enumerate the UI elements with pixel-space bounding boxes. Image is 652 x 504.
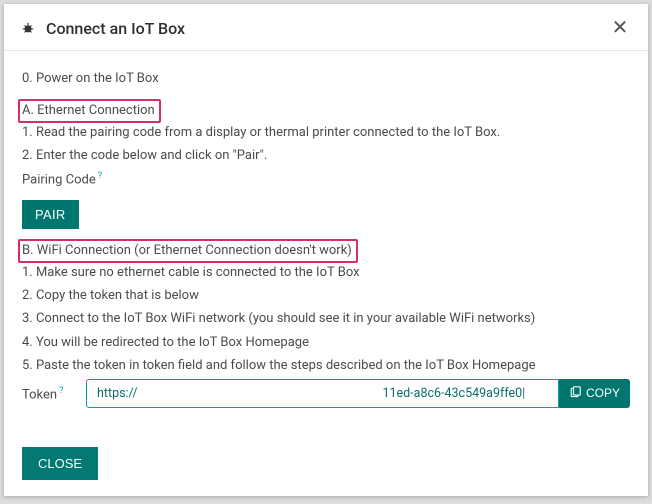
close-button[interactable]: CLOSE bbox=[22, 447, 98, 480]
pairing-code-label: Pairing Code? bbox=[22, 170, 630, 190]
section-a-title: A. Ethernet Connection bbox=[18, 99, 161, 123]
copy-button-label: COPY bbox=[586, 386, 620, 400]
section-b-step-3: 3. Connect to the IoT Box WiFi network (… bbox=[22, 309, 630, 329]
token-label: Token? bbox=[22, 379, 86, 408]
modal-body: 0. Power on the IoT Box A. Ethernet Conn… bbox=[4, 51, 648, 435]
token-label-text: Token bbox=[22, 387, 57, 402]
token-input[interactable] bbox=[86, 379, 559, 408]
pairing-code-label-text: Pairing Code bbox=[22, 172, 96, 187]
section-b-step-5: 5. Paste the token in token field and fo… bbox=[22, 356, 630, 376]
token-row: Token? COPY bbox=[22, 379, 630, 408]
section-b-step-4: 4. You will be redirected to the IoT Box… bbox=[22, 333, 630, 353]
step-0: 0. Power on the IoT Box bbox=[22, 69, 630, 89]
modal-header: Connect an IoT Box ✕ bbox=[4, 4, 648, 51]
section-b-step-1: 1. Make sure no ethernet cable is connec… bbox=[22, 263, 630, 283]
section-b-step-2: 2. Copy the token that is below bbox=[22, 286, 630, 306]
section-a-step-2: 2. Enter the code below and click on "Pa… bbox=[22, 146, 630, 166]
close-icon[interactable]: ✕ bbox=[608, 16, 632, 40]
pairing-code-help-icon[interactable]: ? bbox=[98, 171, 102, 181]
section-a-step-1: 1. Read the pairing code from a display … bbox=[22, 123, 630, 143]
copy-button[interactable]: COPY bbox=[559, 379, 630, 408]
modal-footer: CLOSE bbox=[4, 435, 648, 496]
modal-title: Connect an IoT Box bbox=[46, 19, 608, 38]
token-help-icon[interactable]: ? bbox=[59, 386, 63, 396]
connect-iot-box-modal: Connect an IoT Box ✕ 0. Power on the IoT… bbox=[4, 4, 648, 496]
iot-bug-icon bbox=[20, 20, 36, 36]
pair-button[interactable]: PAIR bbox=[22, 200, 79, 229]
copy-icon bbox=[569, 386, 581, 401]
section-b-title: B. WiFi Connection (or Ethernet Connecti… bbox=[18, 239, 358, 263]
